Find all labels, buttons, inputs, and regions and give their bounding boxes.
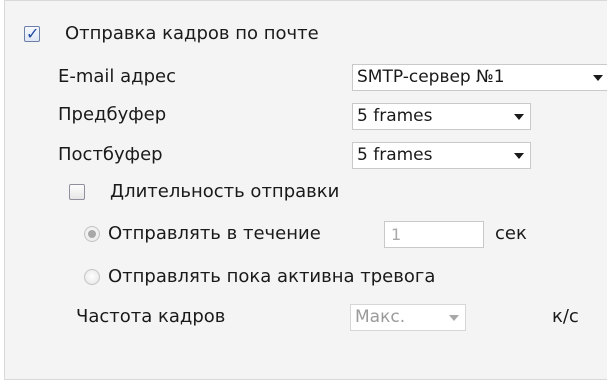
checkmark-icon: ✓ — [26, 24, 40, 43]
frame-rate-select[interactable]: Макс. — [350, 304, 466, 331]
send-during-radio[interactable] — [84, 226, 100, 242]
send-frames-label: Отправка кадров по почте — [65, 23, 319, 44]
postbuffer-select-value: 5 frames — [357, 145, 433, 165]
chevron-down-icon — [593, 75, 603, 81]
postbuffer-select[interactable]: 5 frames — [352, 142, 531, 169]
prebuffer-label: Предбуфер — [58, 104, 167, 125]
postbuffer-label: Постбуфер — [58, 144, 163, 165]
email-select[interactable]: SMTP-сервер №1 — [352, 64, 607, 91]
send-during-seconds-value: 1 — [391, 225, 402, 244]
send-during-seconds-input[interactable]: 1 — [384, 221, 484, 248]
send-while-alarm-label: Отправлять пока активна тревога — [108, 266, 436, 287]
chevron-down-icon — [514, 153, 524, 159]
chevron-down-icon — [514, 114, 524, 120]
radio-selected-dot — [88, 230, 96, 238]
prebuffer-select-value: 5 frames — [357, 106, 433, 126]
chevron-down-icon — [449, 315, 459, 321]
duration-checkbox[interactable] — [69, 184, 85, 200]
send-while-alarm-radio[interactable] — [84, 269, 100, 285]
duration-label: Длительность отправки — [110, 181, 340, 202]
send-during-label: Отправлять в течение — [108, 223, 321, 244]
prebuffer-select[interactable]: 5 frames — [352, 103, 531, 130]
email-frames-settings-panel: ✓ Отправка кадров по почте E-mail адрес … — [4, 0, 607, 380]
frame-rate-select-value: Макс. — [355, 307, 406, 327]
seconds-unit-label: сек — [495, 223, 527, 244]
send-frames-checkbox[interactable]: ✓ — [24, 24, 40, 43]
email-label: E-mail адрес — [58, 66, 177, 87]
frame-rate-unit-label: к/с — [552, 306, 579, 327]
frame-rate-label: Частота кадров — [76, 306, 226, 327]
email-select-value: SMTP-сервер №1 — [357, 67, 505, 87]
